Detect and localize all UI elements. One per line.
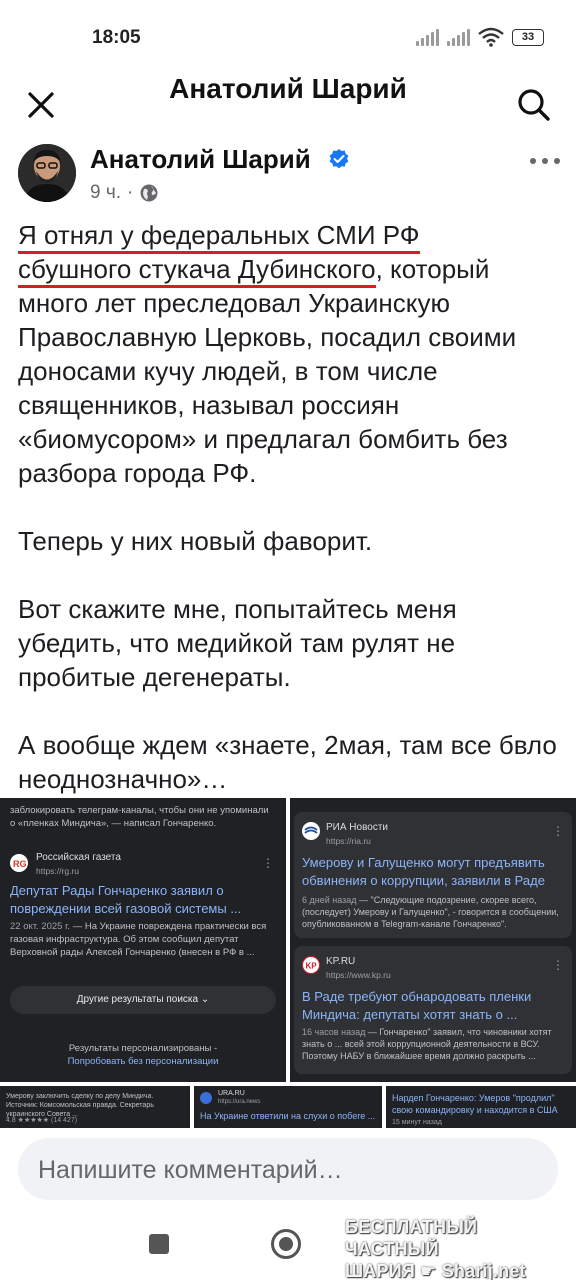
home-button[interactable]	[271, 1229, 301, 1259]
kp-favicon: KP	[302, 956, 320, 974]
post-paragraph: Теперь у них новый фаворит.	[18, 526, 373, 556]
status-bar: 18:05 33	[0, 0, 576, 76]
author-name[interactable]: Анатолий Шарий	[90, 144, 311, 175]
page-title: Анатолий Шарий	[169, 73, 407, 104]
post-text: Я отнял у федеральных СМИ РФ сбушного ст…	[18, 218, 566, 830]
search-icon[interactable]	[516, 87, 552, 123]
result-title: В Раде требуют обнародовать пленки Минди…	[302, 989, 532, 1022]
source-name: РИА Новости	[326, 822, 389, 833]
source-name: Российская газета	[36, 852, 121, 863]
source-url: https://ria.ru	[326, 836, 371, 846]
status-icons: 33	[416, 27, 544, 47]
underlined-text: сбушного стукача Дубинского	[18, 254, 376, 288]
post-paragraph: Вот скажите мне, попытайтесь меня убедит…	[18, 594, 457, 692]
verified-icon	[329, 149, 349, 169]
comment-input[interactable]: Напишите комментарий…	[18, 1138, 558, 1200]
post-image-collage[interactable]: заблокировать телеграм-каналы, чтобы они…	[0, 798, 576, 1128]
try-without-link: Попробовать без персонализации	[67, 1056, 219, 1067]
search-screenshot-strip: URA.RU https://ura.news На Украине ответ…	[194, 1086, 382, 1128]
signal-icon	[447, 28, 470, 46]
post-header: Анатолий Шарий 9 ч. ·	[0, 144, 576, 210]
ura-favicon	[200, 1092, 212, 1104]
comment-placeholder: Напишите комментарий…	[38, 1156, 343, 1184]
result-snippet: 22 окт. 2025 г. — На Украине повреждена …	[10, 921, 267, 958]
more-vert-icon: ⋮	[552, 958, 564, 972]
source-url: https://rg.ru	[36, 866, 79, 876]
wifi-icon	[478, 27, 504, 47]
avatar[interactable]	[18, 144, 76, 202]
app-header: Анатолий Шарий	[0, 73, 576, 138]
signal-icon	[416, 28, 439, 46]
post-paragraph: много лет преследовал Украинскую Правосл…	[18, 288, 517, 488]
search-screenshot-strip: Умерову заключить сделку по делу Миндича…	[0, 1086, 190, 1128]
result-title: Умерову и Галущенко могут предъявить обв…	[302, 855, 545, 888]
more-vert-icon: ⋮	[552, 824, 564, 838]
rg-favicon: RG	[10, 854, 28, 872]
search-screenshot-strip: Нардеп Гончаренко: Умеров "продлил" свою…	[386, 1086, 576, 1128]
post-text-line: , который	[375, 254, 490, 284]
result-title: Депутат Рады Гончаренко заявил о поврежд…	[10, 883, 242, 916]
search-screenshot-right: РИА Новости https://ria.ru ⋮ Умерову и Г…	[290, 798, 576, 1082]
underlined-text: Я отнял у федеральных СМИ РФ	[18, 220, 420, 254]
globe-icon	[140, 184, 158, 202]
post-meta: 9 ч. ·	[90, 182, 159, 204]
more-vert-icon: ⋮	[262, 856, 274, 870]
battery-icon: 33	[512, 28, 544, 46]
post-paragraph: А вообще ждем «знаете, 2мая, там все бвл…	[18, 730, 557, 794]
post-time[interactable]: 9 ч.	[90, 182, 121, 204]
status-time: 18:05	[92, 27, 141, 48]
search-screenshot-left: заблокировать телеграм-каналы, чтобы они…	[0, 798, 286, 1082]
personalized-note: Результаты персонализированы - Попробова…	[67, 1043, 219, 1067]
result-card: РИА Новости https://ria.ru ⋮ Умерову и Г…	[294, 812, 572, 938]
source-name: KP.RU	[326, 956, 356, 967]
chevron-down-icon: ⌄	[200, 994, 210, 1005]
result-snippet: 6 дней назад — "Следующие подозрение, ск…	[302, 895, 559, 929]
more-results-button: Другие результаты поиска ⌄	[10, 986, 276, 1014]
svg-text:RG: RG	[13, 859, 27, 869]
result-snippet: 16 часов назад — Гончаренко" заявил, что…	[302, 1027, 552, 1061]
meta-separator: ·	[127, 182, 134, 203]
more-options-icon[interactable]	[528, 154, 562, 168]
ria-favicon	[302, 822, 320, 840]
watermark: БЕСПЛАТНЫЙ ЧАСТНЫЙ ШАРИЯ ☛ Sharij.net	[345, 1217, 526, 1280]
result-card: KP KP.RU https://www.kp.ru ⋮ В Раде треб…	[294, 946, 572, 1074]
recent-apps-button[interactable]	[149, 1234, 169, 1254]
source-url: https://www.kp.ru	[326, 970, 391, 980]
result-snippet: заблокировать телеграм-каналы, чтобы они…	[10, 805, 269, 829]
svg-text:KP: KP	[306, 962, 318, 971]
